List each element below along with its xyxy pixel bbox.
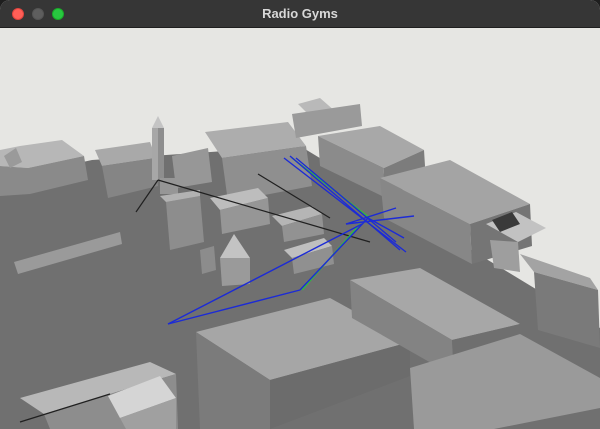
title-bar[interactable]: Radio Gyms — [0, 0, 600, 28]
3d-scene-viewport[interactable] — [0, 28, 600, 429]
window-title: Radio Gyms — [262, 6, 338, 21]
city-scene[interactable] — [0, 28, 600, 429]
app-window: Radio Gyms — [0, 0, 600, 429]
